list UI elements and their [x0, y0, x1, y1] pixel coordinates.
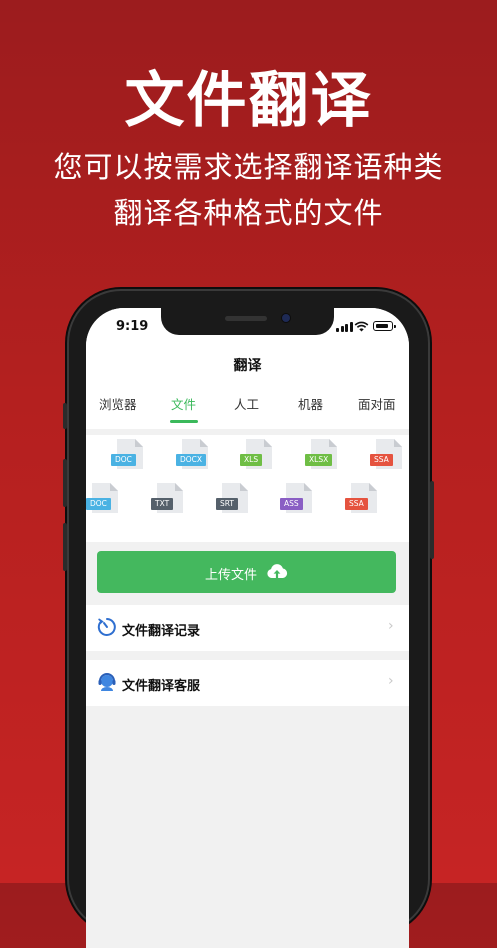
notch — [161, 308, 334, 335]
status-time: 9:19 — [116, 319, 149, 334]
battery-icon — [373, 321, 396, 331]
customer-service-icon — [98, 673, 116, 691]
ssa-file-icon: SSA — [345, 483, 377, 513]
promo-headline: 文件翻译 — [124, 66, 373, 136]
docx-file-icon: DOCX — [176, 439, 208, 469]
upload-file-button[interactable]: 上传文件 — [97, 551, 396, 593]
power-button — [430, 481, 434, 559]
tab-file[interactable]: 文件 — [171, 394, 196, 413]
xls-file-icon: XLS — [240, 439, 272, 469]
chevron-right-icon: › — [388, 673, 394, 689]
tab-browser[interactable]: 浏览器 — [99, 394, 137, 413]
ssa-file-icon: SSA — [370, 439, 402, 469]
doc-file-icon: DOC — [111, 439, 143, 469]
doc-file-icon: DOC — [86, 483, 118, 513]
file-translation-service-label: 文件翻译客服 — [122, 679, 201, 694]
wifi-icon — [354, 321, 369, 332]
history-timer-icon — [97, 618, 116, 636]
txt-file-icon: TXT — [151, 483, 183, 513]
volume-up-button — [63, 459, 67, 507]
tab-face-to-face[interactable]: 面对面 — [358, 394, 396, 413]
active-tab-indicator — [170, 420, 198, 423]
nav-title: 翻译 — [233, 358, 262, 374]
mute-switch — [63, 403, 67, 429]
file-translation-service-row[interactable]: 文件翻译客服 › — [86, 660, 409, 706]
file-translation-history-row[interactable]: 文件翻译记录 › — [86, 605, 409, 651]
front-camera — [282, 314, 290, 322]
file-types-panel: DOC DOCX XLS XLSX SSA DOC TXT SRT ASS SS… — [86, 435, 409, 542]
signal-icon — [336, 322, 353, 332]
srt-file-icon: SRT — [216, 483, 248, 513]
xlsx-file-icon: XLSX — [305, 439, 337, 469]
chevron-right-icon: › — [388, 618, 394, 634]
promo-subline-2: 翻译各种格式的文件 — [113, 196, 384, 230]
tab-human[interactable]: 人工 — [234, 394, 259, 413]
tab-machine[interactable]: 机器 — [298, 394, 323, 413]
app-screen: 9:19 翻译 浏览器 文件 人工 机器 面对面 DOC DOCX XLS XL… — [86, 308, 409, 948]
ass-file-icon: ASS — [280, 483, 312, 513]
file-translation-history-label: 文件翻译记录 — [122, 624, 201, 639]
tab-bar: 浏览器 文件 人工 机器 面对面 — [86, 394, 409, 418]
earpiece-speaker — [225, 316, 267, 321]
promo-subline-1: 您可以按需求选择翻译语种类 — [53, 150, 444, 184]
phone-frame: 9:19 翻译 浏览器 文件 人工 机器 面对面 DOC DOCX XLS XL… — [63, 291, 434, 948]
cloud-upload-icon — [267, 564, 288, 578]
volume-down-button — [63, 523, 67, 571]
upload-file-label: 上传文件 — [205, 568, 258, 583]
